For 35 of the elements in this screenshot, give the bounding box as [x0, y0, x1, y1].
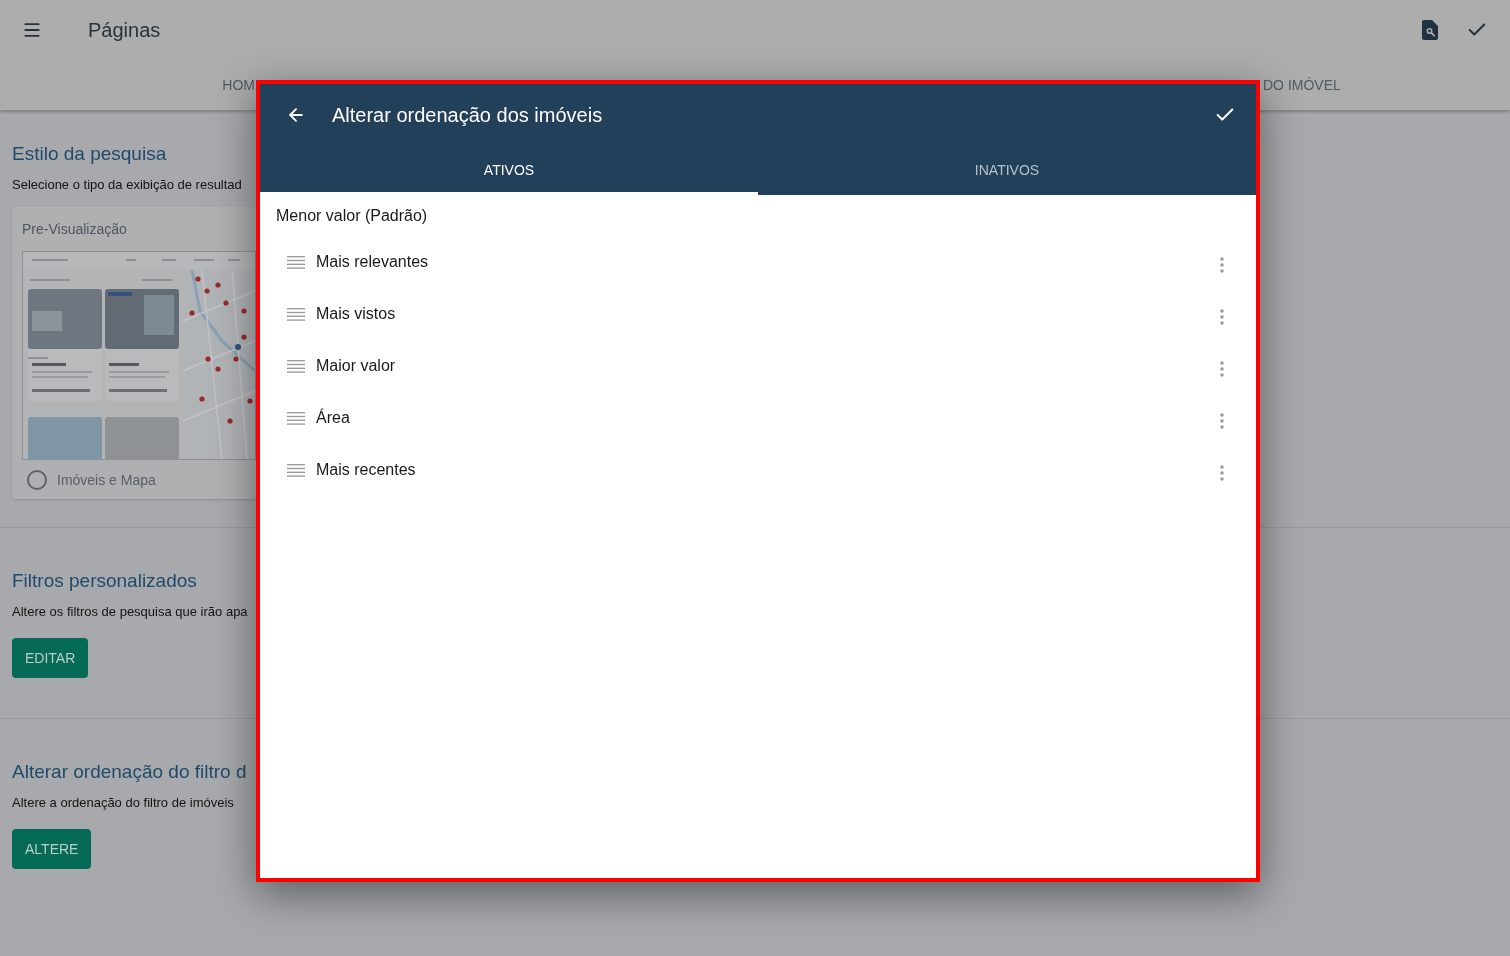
section-heading: Alterar ordenação do filtro d	[12, 760, 248, 784]
more-options-icon[interactable]	[1220, 257, 1224, 273]
more-options-icon[interactable]	[1220, 465, 1224, 481]
more-options-icon[interactable]	[1220, 413, 1224, 429]
section-heading: Filtros personalizados	[12, 569, 198, 593]
drag-handle-icon[interactable]	[287, 359, 305, 373]
sort-option-label: Maior valor	[316, 356, 396, 376]
drag-handle-icon[interactable]	[287, 255, 305, 269]
radio-button[interactable]	[27, 470, 47, 490]
sort-option-label: Mais vistos	[316, 304, 396, 324]
menu-icon[interactable]	[22, 20, 42, 40]
action-button[interactable]: EDITAR	[12, 638, 89, 678]
action-button[interactable]: ALTERE	[12, 829, 92, 869]
section-description: Altere os filtros de pesquisa que irão apa	[12, 603, 249, 621]
more-options-icon[interactable]	[1220, 309, 1224, 325]
drag-handle-icon[interactable]	[287, 307, 305, 321]
page-tab[interactable]: HOM	[222, 74, 255, 96]
page-title: Páginas	[88, 18, 161, 43]
preview-label: Pre-Visualização	[22, 220, 128, 238]
dialog-tab[interactable]: INATIVOS	[758, 146, 1256, 195]
sort-option-label: Mais recentes	[316, 460, 416, 480]
document-search-icon[interactable]	[1422, 20, 1438, 40]
more-options-icon[interactable]	[1220, 361, 1224, 377]
section-heading: Estilo da pesquisa	[12, 142, 168, 166]
radio-label: Imóveis e Mapa	[57, 471, 156, 489]
default-sort-option: Menor valor (Padrão)	[276, 207, 428, 225]
drag-handle-icon[interactable]	[287, 463, 305, 477]
page-tab[interactable]: DO IMÓVEL	[1263, 74, 1341, 96]
dialog-title: Alterar ordenação dos imóveis	[332, 103, 603, 128]
sort-option-label: Mais relevantes	[316, 252, 429, 272]
drag-handle-icon[interactable]	[287, 411, 305, 425]
section-description: Altere a ordenação do filtro de imóveis	[12, 794, 235, 812]
sort-option-label: Área	[316, 407, 350, 428]
section-description: Selecione o tipo da exibição de resultad	[12, 176, 243, 194]
dialog-tab[interactable]: ATIVOS	[260, 146, 758, 195]
